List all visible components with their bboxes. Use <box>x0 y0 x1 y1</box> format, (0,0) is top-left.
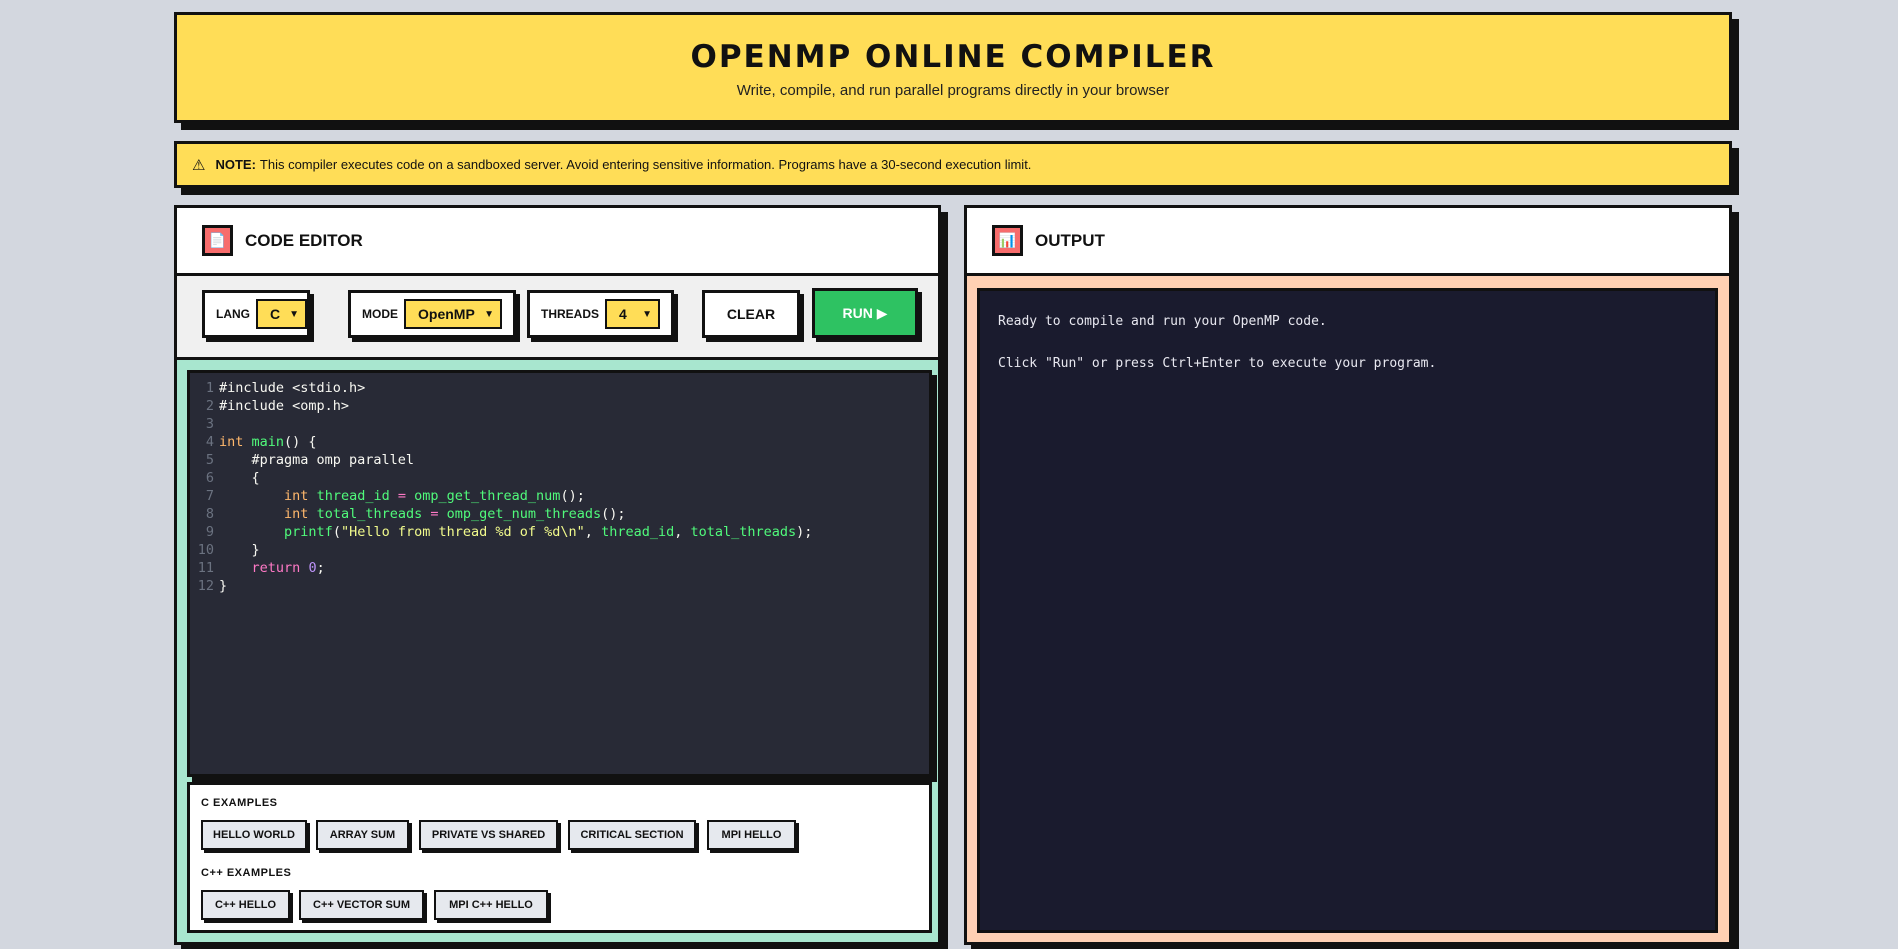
line-number: 2 <box>205 398 214 414</box>
notice-text: This compiler executes code on a sandbox… <box>259 157 1032 172</box>
code-text: printf("Hello from thread %d of %d\n", t… <box>284 524 813 540</box>
notice-label: NOTE: <box>215 157 256 172</box>
code-line: 9 printf("Hello from thread %d of %d\n",… <box>190 523 929 541</box>
mode-select[interactable]: OpenMP ▼ <box>404 299 502 329</box>
example-button-mpi-hello[interactable]: MPI HELLO <box>707 820 796 850</box>
line-number: 5 <box>205 452 214 468</box>
code-text: } <box>219 542 260 558</box>
example-button-array-sum[interactable]: ARRAY SUM <box>316 820 409 850</box>
code-line: 1 #include <stdio.h> <box>190 379 929 397</box>
output-panel: 📊 OUTPUT Ready to compile and run your O… <box>964 205 1732 945</box>
code-line: 11 return 0; <box>190 559 929 577</box>
threads-value: 4 <box>619 306 627 322</box>
code-line: 4 int main() { <box>190 433 929 451</box>
threads-control: THREADS 4 ▼ <box>527 290 674 338</box>
example-button-cpp-vector-sum[interactable]: C++ VECTOR SUM <box>299 890 424 920</box>
page-subtitle: Write, compile, and run parallel program… <box>736 82 1170 99</box>
lang-value: C <box>270 306 281 322</box>
examples-panel: C EXAMPLES HELLO WORLD ARRAY SUM PRIVATE… <box>187 782 932 933</box>
lang-select[interactable]: C ▼ <box>256 299 307 329</box>
example-button-hello-world[interactable]: HELLO WORLD <box>201 820 307 850</box>
line-number: 1 <box>205 380 214 396</box>
threads-select[interactable]: 4 ▼ <box>605 299 661 329</box>
chevron-down-icon: ▼ <box>642 308 653 320</box>
line-number: 10 <box>197 542 214 558</box>
code-editor[interactable]: 1 #include <stdio.h> 2 #include <omp.h> 3 4 in… <box>187 370 932 777</box>
code-text: #include <stdio.h> <box>219 380 366 396</box>
mode-value: OpenMP <box>418 306 475 322</box>
lang-control: LANG C ▼ <box>202 290 310 338</box>
line-number: 12 <box>197 578 214 594</box>
code-text: { <box>219 470 260 486</box>
example-button-mpi-cpp-hello[interactable]: MPI C++ HELLO <box>434 890 548 920</box>
code-line: 12} <box>190 577 929 595</box>
example-button-critical-section[interactable]: CRITICAL SECTION <box>568 820 696 850</box>
editor-title-bar: 📄 CODE EDITOR <box>177 208 938 276</box>
editor-title: CODE EDITOR <box>245 230 363 250</box>
line-number: 7 <box>205 488 214 504</box>
code-line: 10 } <box>190 541 929 559</box>
run-button[interactable]: RUN ▶ <box>812 288 918 338</box>
code-text: int main() { <box>219 434 317 450</box>
line-number: 8 <box>205 506 214 522</box>
code-line: 8 int total_threads = omp_get_num_thread… <box>190 505 929 523</box>
output-line: Click "Run" or press Ctrl+Enter to execu… <box>998 356 1437 371</box>
mode-control: MODE OpenMP ▼ <box>348 290 516 338</box>
code-line: 5 #pragma omp parallel <box>190 451 929 469</box>
code-line: 2 #include <omp.h> <box>190 397 929 415</box>
lang-label: LANG <box>216 307 250 321</box>
bar-chart-icon: 📊 <box>992 225 1023 256</box>
cpp-examples-title: C++ EXAMPLES <box>201 867 292 879</box>
code-text: #pragma omp parallel <box>219 452 415 468</box>
code-text: int total_threads = omp_get_num_threads(… <box>284 506 626 522</box>
threads-label: THREADS <box>541 307 600 321</box>
code-line: 3 <box>190 415 929 433</box>
clear-button[interactable]: CLEAR <box>702 290 800 338</box>
code-text: } <box>219 578 228 594</box>
page-title: OPENMP ONLINE COMPILER <box>690 39 1216 75</box>
example-button-cpp-hello[interactable]: C++ HELLO <box>201 890 290 920</box>
output-title-bar: 📊 OUTPUT <box>967 208 1729 276</box>
code-line: 6 { <box>190 469 929 487</box>
line-number: 9 <box>205 524 214 540</box>
c-examples-title: C EXAMPLES <box>201 797 278 809</box>
mode-label: MODE <box>362 307 398 321</box>
output-title: OUTPUT <box>1035 230 1105 250</box>
chevron-down-icon: ▼ <box>484 308 494 320</box>
warning-icon: ⚠ <box>192 156 206 174</box>
output-line: Ready to compile and run your OpenMP cod… <box>998 314 1327 329</box>
output-console[interactable]: Ready to compile and run your OpenMP cod… <box>977 288 1718 933</box>
line-number: 3 <box>205 416 214 432</box>
example-button-private-vs-shared[interactable]: PRIVATE VS SHARED <box>419 820 558 850</box>
editor-toolbar: LANG C ▼ MODE OpenMP ▼ THREADS 4 ▼ CLEAR… <box>177 276 938 360</box>
chevron-down-icon: ▼ <box>289 308 299 320</box>
code-line: 7 int thread_id = omp_get_thread_num(); <box>190 487 929 505</box>
code-text: #include <omp.h> <box>219 398 350 414</box>
line-number: 6 <box>205 470 214 486</box>
line-number: 4 <box>205 434 214 450</box>
code-text: int thread_id = omp_get_thread_num(); <box>284 488 585 504</box>
code-text: return 0; <box>251 560 325 576</box>
app-header: OPENMP ONLINE COMPILER Write, compile, a… <box>174 12 1732 123</box>
code-editor-panel: 📄 CODE EDITOR LANG C ▼ MODE OpenMP ▼ THR… <box>174 205 941 945</box>
notice-banner: ⚠ NOTE: This compiler executes code on a… <box>174 141 1732 188</box>
document-icon: 📄 <box>202 225 233 256</box>
line-number: 11 <box>197 560 214 576</box>
